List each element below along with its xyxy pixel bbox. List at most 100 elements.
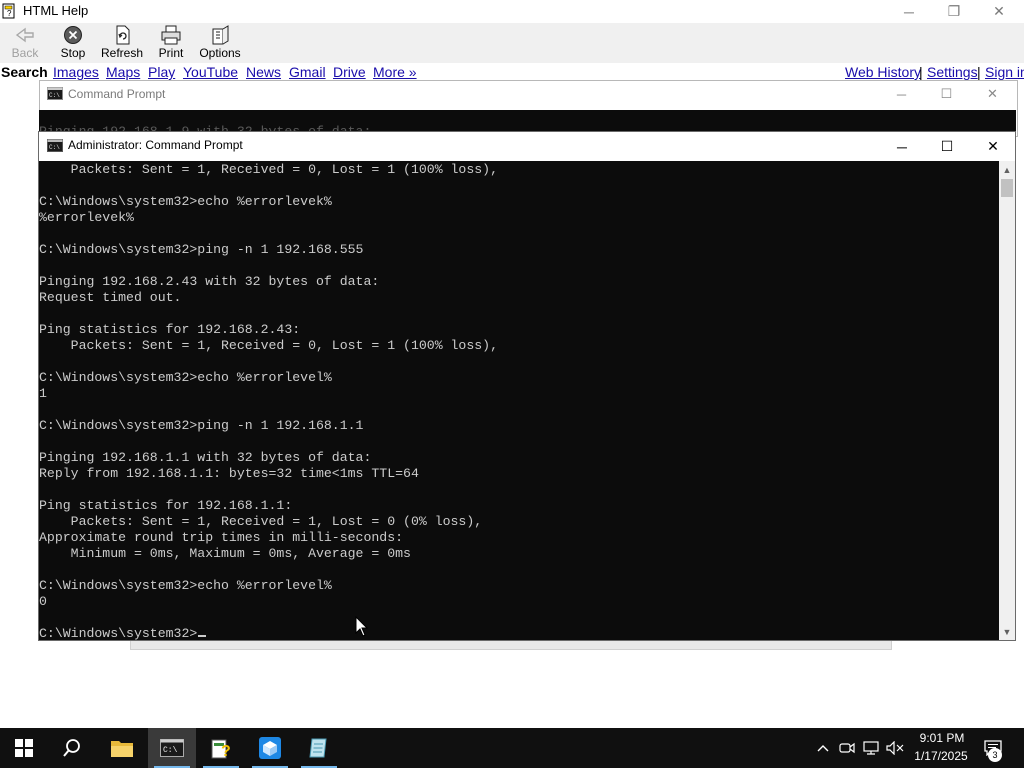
taskbar-html-help[interactable]: ? (197, 728, 245, 768)
taskbar-virtualbox[interactable] (246, 728, 294, 768)
back-button[interactable]: Back (0, 25, 50, 63)
scrollbar-thumb[interactable] (1001, 179, 1013, 197)
taskbar-search-button[interactable] (48, 728, 96, 768)
console-line: Packets: Sent = 1, Received = 1, Lost = … (39, 514, 483, 529)
console-line: C:\Windows\system32>echo %errorlevel% (39, 370, 332, 385)
help-minimize-button[interactable]: ─ (886, 0, 932, 23)
text-cursor (198, 635, 207, 637)
maps-link[interactable]: Maps (106, 64, 140, 80)
console-line: C:\Windows\system32>ping -n 1 192.168.1.… (39, 418, 364, 433)
console-line: 0 (39, 594, 47, 609)
background-cmd-maximize-button[interactable]: ☐ (924, 80, 969, 108)
sign-in-link[interactable]: Sign in (985, 64, 1024, 80)
console-prompt-line[interactable]: C:\Windows\system32> (39, 626, 498, 640)
options-button[interactable]: Options (195, 25, 245, 63)
console-output: Packets: Sent = 1, Received = 0, Lost = … (39, 162, 498, 640)
mouse-pointer-icon (355, 616, 369, 637)
console-line: Packets: Sent = 1, Received = 0, Lost = … (39, 162, 498, 177)
cmd-vertical-scrollbar[interactable] (999, 161, 1015, 640)
print-button[interactable]: Print (146, 25, 196, 63)
html-help-icon: ? (211, 739, 231, 760)
drive-link[interactable]: Drive (333, 64, 366, 80)
taskbar-clock-date[interactable]: 1/17/2025 (906, 749, 976, 763)
gmail-link[interactable]: Gmail (289, 64, 326, 80)
notification-count-badge: 3 (988, 748, 1002, 762)
network-icon (863, 741, 879, 755)
more-link[interactable]: More » (373, 64, 417, 80)
console-line: Minimum = 0ms, Maximum = 0ms, Average = … (39, 546, 411, 561)
console-line: C:\Windows\system32>echo %errorlevel% (39, 578, 332, 593)
taskbar-clock-time[interactable]: 9:01 PM (912, 731, 972, 745)
link-separator: | (977, 64, 981, 80)
youtube-link[interactable]: YouTube (183, 64, 238, 80)
console-line: Ping statistics for 192.168.2.43: (39, 322, 301, 337)
help-window-title: HTML Help (23, 3, 89, 18)
command-prompt-icon: C:\ (160, 739, 184, 757)
cmd-console[interactable]: Packets: Sent = 1, Received = 0, Lost = … (39, 161, 999, 640)
search-label: Search (1, 64, 48, 80)
network-button[interactable] (860, 728, 882, 768)
refresh-icon (116, 25, 130, 45)
stop-button[interactable]: Stop (48, 25, 98, 63)
svg-text:?: ? (221, 743, 231, 760)
refresh-button[interactable]: Refresh (97, 25, 147, 63)
meet-now-icon (839, 742, 855, 754)
background-cmd-close-button[interactable]: ✕ (970, 80, 1015, 108)
taskbar-file-explorer[interactable] (98, 728, 146, 768)
play-link[interactable]: Play (148, 64, 175, 80)
images-link[interactable]: Images (53, 64, 99, 80)
volume-muted-icon (886, 741, 904, 755)
admin-cmd-title: Administrator: Command Prompt (68, 138, 243, 152)
svg-text:C:\: C:\ (49, 144, 60, 151)
meet-now-button[interactable] (836, 728, 858, 768)
link-separator: | (919, 64, 923, 80)
console-line: Pinging 192.168.1.1 with 32 bytes of dat… (39, 450, 372, 465)
background-cmd-title: Command Prompt (68, 87, 166, 101)
help-horizontal-scrollbar[interactable] (130, 640, 892, 650)
console-prompt: C:\Windows\system32> (39, 626, 198, 640)
cmd-maximize-button[interactable]: ☐ (924, 132, 970, 161)
console-icon: C:\ (47, 87, 63, 100)
settings-link[interactable]: Settings (927, 64, 978, 80)
stop-icon (64, 26, 82, 44)
cmd-minimize-button[interactable]: ─ (879, 132, 925, 161)
svg-text:C:\: C:\ (49, 92, 60, 99)
background-cmd-minimize-button[interactable]: ─ (879, 80, 924, 108)
svg-text:?: ? (7, 9, 12, 18)
console-icon: C:\ (47, 139, 63, 152)
virtualbox-icon (259, 737, 281, 759)
help-close-button[interactable]: ✕ (976, 0, 1022, 23)
start-button[interactable] (0, 728, 48, 768)
back-arrow-icon (15, 27, 34, 43)
options-icon (212, 25, 229, 45)
console-line: Request timed out. (39, 290, 182, 305)
scroll-down-arrow-icon[interactable]: ▼ (999, 623, 1015, 640)
help-restore-button[interactable]: ❐ (931, 0, 977, 23)
printer-icon (161, 25, 181, 45)
help-window-titlebar[interactable] (0, 0, 1024, 23)
volume-button[interactable] (884, 728, 906, 768)
taskbar-command-prompt[interactable]: C:\ (148, 728, 196, 768)
windows-start-icon (15, 739, 33, 757)
show-hidden-icons-button[interactable] (812, 728, 834, 768)
cmd-close-button[interactable]: ✕ (970, 132, 1016, 161)
taskbar-notepad[interactable] (295, 728, 343, 768)
help-book-icon: ? (2, 3, 15, 19)
console-line: Pinging 192.168.2.43 with 32 bytes of da… (39, 274, 380, 289)
news-link[interactable]: News (246, 64, 281, 80)
console-line: Ping statistics for 192.168.1.1: (39, 498, 293, 513)
scroll-up-arrow-icon[interactable]: ▲ (999, 161, 1015, 178)
console-line: C:\Windows\system32>ping -n 1 192.168.55… (39, 242, 364, 257)
web-history-link[interactable]: Web History (845, 64, 921, 80)
notepad-icon (309, 738, 327, 758)
svg-text:C:\: C:\ (163, 746, 178, 755)
